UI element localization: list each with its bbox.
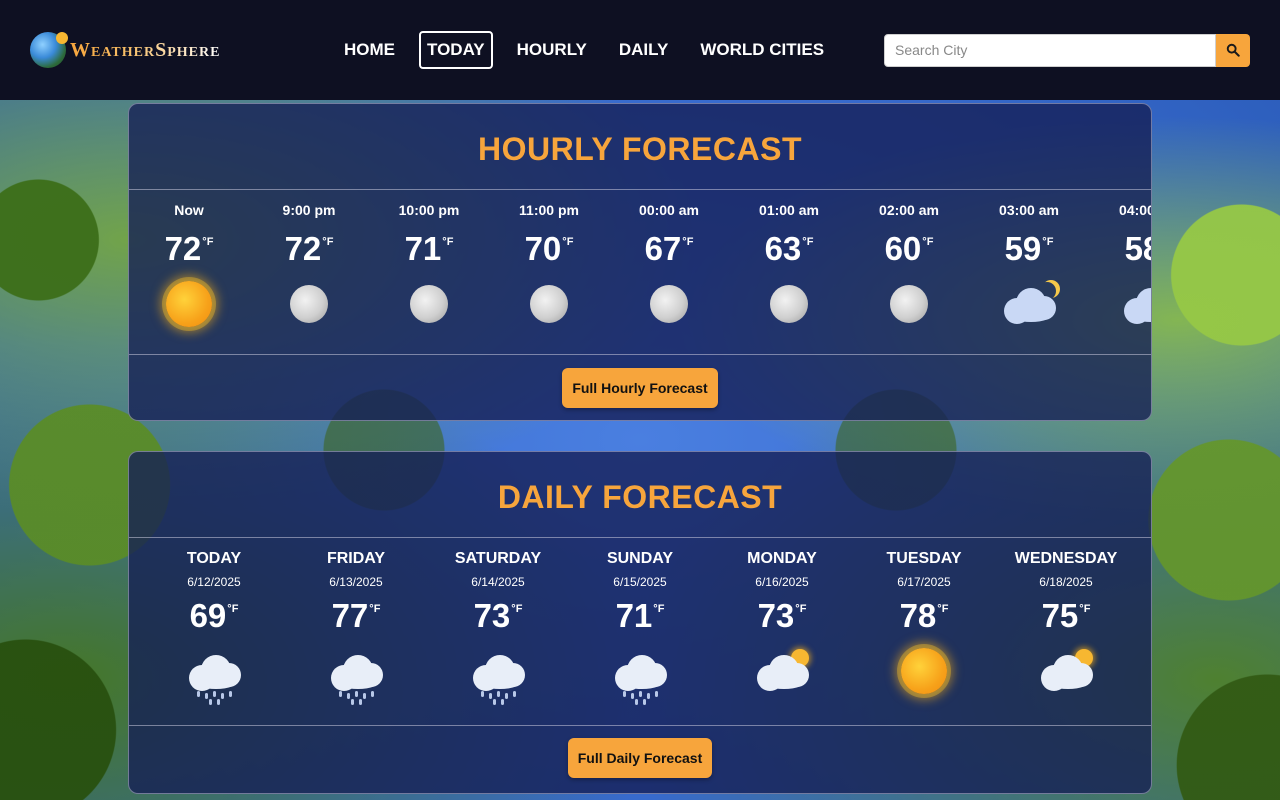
logo[interactable]: WeatherSphere (30, 32, 330, 68)
day-temperature: 69°F (189, 597, 239, 634)
day-temperature: 77°F (331, 597, 381, 634)
rain-cloud-icon (433, 641, 563, 705)
daily-forecast-title: DAILY FORECAST (497, 479, 783, 515)
hour-temperature: 72°F (164, 230, 214, 267)
hour-label: Now (174, 202, 204, 218)
hour-temperature: 58°F (1124, 230, 1151, 267)
nav-hourly[interactable]: HOURLY (509, 31, 595, 69)
day-date: 6/14/2025 (471, 575, 525, 589)
search-city-input[interactable] (884, 33, 1216, 67)
hourly-item: 10:00 pm 71°F (369, 190, 489, 354)
full-hourly-forecast-button[interactable]: Full Hourly Forecast (562, 368, 718, 408)
hour-label: 02:00 am (879, 202, 939, 218)
day-name: FRIDAY (326, 550, 386, 567)
hour-temperature: 59°F (1004, 230, 1054, 267)
day-name: MONDAY (747, 550, 817, 567)
search-button[interactable] (1216, 33, 1250, 67)
hourly-item: 03:00 am 59°F (969, 190, 1089, 354)
hourly-item: 00:00 am 67°F (609, 190, 729, 354)
logo-text: WeatherSphere (70, 38, 221, 61)
globe-logo-icon (30, 32, 68, 68)
cloud-moon-icon (1089, 274, 1151, 334)
moon-icon (849, 274, 969, 334)
cloud-sun-icon (717, 641, 847, 701)
hour-label: 00:00 am (639, 202, 699, 218)
hourly-item: 9:00 pm 72°F (249, 190, 369, 354)
nav-today[interactable]: TODAY (419, 31, 493, 69)
day-date: 6/17/2025 (897, 575, 951, 589)
daily-item: TUESDAY 6/17/2025 78°F (859, 538, 989, 725)
day-temperature: 78°F (899, 597, 949, 634)
sun-icon (129, 274, 249, 334)
search-icon (1226, 43, 1240, 57)
hourly-items-row: Now 72°F 9:00 pm 72°F 10:00 pm 71°F 11:00 pm 70… (129, 190, 1151, 354)
day-date: 6/18/2025 (1039, 575, 1093, 589)
daily-forecast-panel: DAILY FORECAST TODAY 6/12/2025 69°F FRIDAY 6… (128, 451, 1152, 794)
moon-icon (609, 274, 729, 334)
nav-daily[interactable]: DAILY (611, 31, 676, 69)
hour-temperature: 60°F (884, 230, 934, 267)
day-name: TODAY (186, 550, 242, 567)
hourly-item: 11:00 pm 70°F (489, 190, 609, 354)
nav-home[interactable]: HOME (336, 31, 403, 69)
cloud-moon-icon (969, 274, 1089, 334)
hour-temperature: 71°F (404, 230, 454, 267)
daily-item: TODAY 6/12/2025 69°F (149, 538, 279, 725)
daily-item: SUNDAY 6/15/2025 71°F (575, 538, 705, 725)
hour-label: 11:00 pm (519, 202, 579, 218)
main-nav: HOME TODAY HOURLY DAILY WORLD CITIES (336, 31, 832, 69)
hour-label: 10:00 pm (398, 202, 460, 218)
top-navbar: WeatherSphere HOME TODAY HOURLY DAILY WO… (0, 0, 1280, 100)
daily-item: SATURDAY 6/14/2025 73°F (433, 538, 563, 725)
hourly-item: 02:00 am 60°F (849, 190, 969, 354)
moon-icon (729, 274, 849, 334)
moon-icon (369, 274, 489, 334)
hour-temperature: 67°F (644, 230, 694, 267)
day-temperature: 71°F (615, 597, 665, 634)
cloud-sun-icon (1001, 641, 1131, 701)
day-name: WEDNESDAY (1014, 550, 1118, 567)
sun-icon (859, 641, 989, 701)
hourly-forecast-title: HOURLY FORECAST (478, 131, 802, 167)
day-temperature: 73°F (757, 597, 807, 634)
day-name: SATURDAY (454, 550, 542, 567)
day-date: 6/15/2025 (613, 575, 667, 589)
nav-world-cities[interactable]: WORLD CITIES (692, 31, 832, 69)
hour-label: 03:00 am (999, 202, 1059, 218)
search-bar (884, 33, 1250, 67)
daily-item: WEDNESDAY 6/18/2025 75°F (1001, 538, 1131, 725)
day-temperature: 73°F (473, 597, 523, 634)
hour-label: 01:00 am (759, 202, 819, 218)
hour-temperature: 70°F (524, 230, 574, 267)
moon-icon (249, 274, 369, 334)
rain-cloud-icon (575, 641, 705, 705)
moon-icon (489, 274, 609, 334)
hourly-item: 01:00 am 63°F (729, 190, 849, 354)
full-daily-forecast-button[interactable]: Full Daily Forecast (567, 738, 713, 778)
daily-items-row: TODAY 6/12/2025 69°F FRIDAY 6/13/2025 77°F SAT… (129, 538, 1151, 725)
hour-temperature: 63°F (764, 230, 814, 267)
day-name: TUESDAY (886, 550, 962, 567)
hourly-item: Now 72°F (129, 190, 249, 354)
daily-item: MONDAY 6/16/2025 73°F (717, 538, 847, 725)
rain-cloud-icon (149, 641, 279, 705)
day-date: 6/13/2025 (329, 575, 383, 589)
rain-cloud-icon (291, 641, 421, 705)
daily-item: FRIDAY 6/13/2025 77°F (291, 538, 421, 725)
day-date: 6/12/2025 (187, 575, 241, 589)
hour-temperature: 72°F (284, 230, 334, 267)
day-name: SUNDAY (606, 550, 674, 567)
day-date: 6/16/2025 (755, 575, 809, 589)
hour-label: 04:00 am (1119, 202, 1152, 218)
day-temperature: 75°F (1041, 597, 1091, 634)
hourly-forecast-panel: HOURLY FORECAST Now 72°F 9:00 pm 72°F 10:00 … (128, 103, 1152, 421)
hour-label: 9:00 pm (282, 202, 336, 218)
hourly-item: 04:00 am 58°F (1089, 190, 1152, 354)
